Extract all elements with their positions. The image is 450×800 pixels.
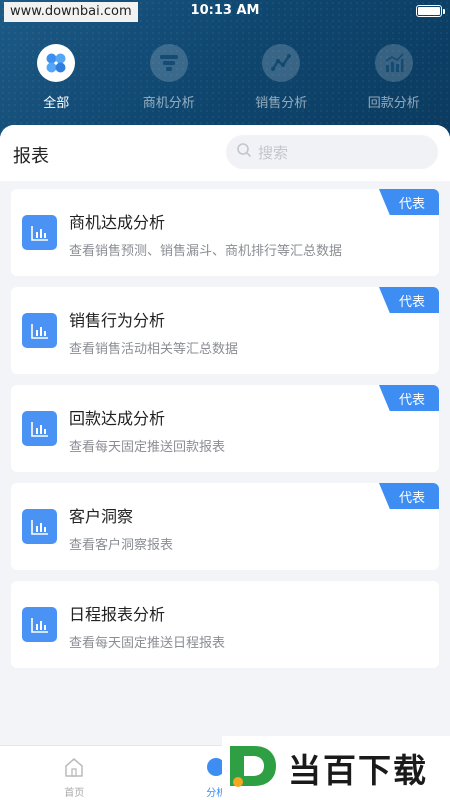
search-icon <box>236 142 252 162</box>
bar-chart-icon <box>22 313 57 348</box>
report-title: 客户洞察 <box>69 507 134 526</box>
report-description: 查看销售活动相关等汇总数据 <box>69 342 239 357</box>
bar-chart-icon <box>22 215 57 250</box>
report-description: 查看每天固定推送日程报表 <box>69 636 226 651</box>
report-description: 查看客户洞察报表 <box>69 538 174 553</box>
report-title: 销售行为分析 <box>69 311 166 330</box>
report-title: 日程报表分析 <box>69 605 166 624</box>
battery-icon <box>416 5 445 17</box>
page-title: 报表 <box>13 146 49 167</box>
bar-trend-icon <box>374 44 413 82</box>
bar-chart-icon <box>22 509 57 544</box>
line-trend-icon <box>262 44 301 82</box>
report-card[interactable]: 销售行为分析 查看销售活动相关等汇总数据 代表 <box>11 287 439 374</box>
representative-badge: 代表 <box>398 197 425 212</box>
category-label: 商机分析 <box>142 96 195 111</box>
category-tab-opportunity[interactable]: 商机分析 <box>113 44 226 114</box>
bar-chart-icon <box>22 607 57 642</box>
logo-d-icon <box>224 738 280 798</box>
bar-chart-icon <box>22 411 57 446</box>
representative-badge: 代表 <box>398 295 425 310</box>
report-title: 商机达成分析 <box>69 213 166 232</box>
category-tab-all[interactable]: 全部 <box>0 44 113 114</box>
home-icon <box>63 756 85 782</box>
report-card[interactable]: 日程报表分析 查看每天固定推送日程报表 <box>11 581 439 668</box>
panel-header: 报表 搜索 <box>0 125 450 181</box>
tab-label: 首页 <box>64 788 85 799</box>
report-description: 查看每天固定推送回款报表 <box>69 440 226 455</box>
category-label: 销售分析 <box>255 96 308 111</box>
category-label: 全部 <box>43 96 70 111</box>
search-placeholder: 搜索 <box>258 143 289 162</box>
report-description: 查看销售预测、销售漏斗、商机排行等汇总数据 <box>69 244 343 259</box>
download-watermark: 当百下载 <box>222 736 450 800</box>
clover-icon <box>37 44 76 82</box>
report-card[interactable]: 客户洞察 查看客户洞察报表 代表 <box>11 483 439 570</box>
logo-text: 当百下载 <box>288 751 428 790</box>
category-label: 回款分析 <box>367 96 420 111</box>
tab-home[interactable]: 首页 <box>18 746 131 799</box>
category-tab-payment[interactable]: 回款分析 <box>338 44 450 114</box>
search-input[interactable]: 搜索 <box>226 135 438 169</box>
report-panel: 报表 搜索 商机达成分析 查看销售预测、销售漏斗、商机排行等汇总数据 代表 销售… <box>0 125 450 785</box>
funnel-icon <box>149 44 188 82</box>
status-bar: www.downbai.com 10:13 AM <box>0 0 450 24</box>
report-card[interactable]: 商机达成分析 查看销售预测、销售漏斗、商机排行等汇总数据 代表 <box>11 189 439 276</box>
category-tabs: 全部 商机分析 销售分析 回款分析 <box>0 44 450 114</box>
report-title: 回款达成分析 <box>69 409 166 428</box>
representative-badge: 代表 <box>398 393 425 408</box>
category-tab-sales[interactable]: 销售分析 <box>225 44 338 114</box>
report-card[interactable]: 回款达成分析 查看每天固定推送回款报表 代表 <box>11 385 439 472</box>
representative-badge: 代表 <box>398 491 425 506</box>
status-time: 10:13 AM <box>190 3 260 18</box>
